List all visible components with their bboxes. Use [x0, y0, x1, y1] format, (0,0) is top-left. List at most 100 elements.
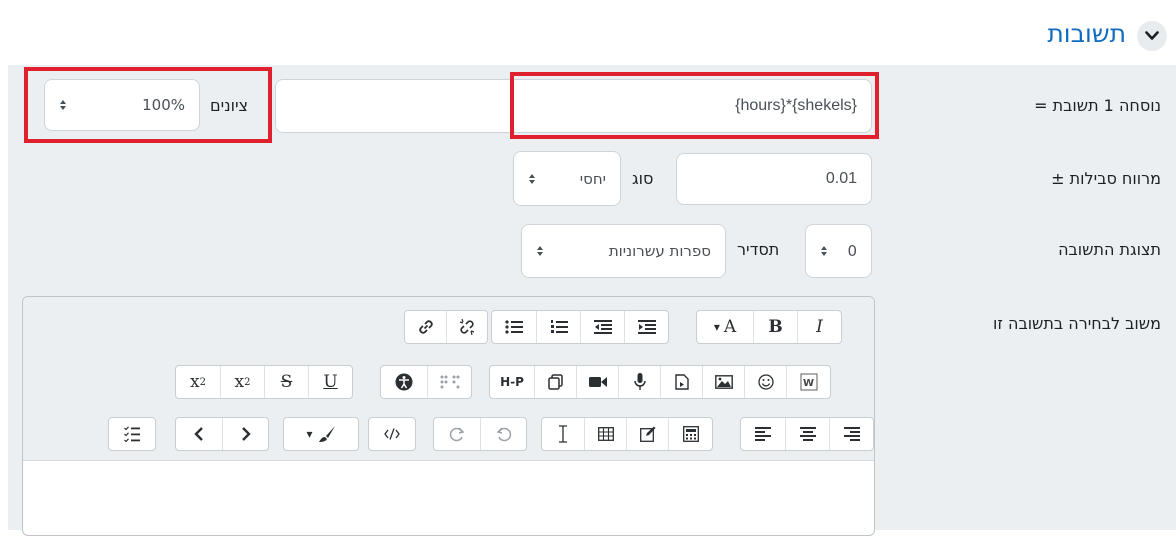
accessibility-checker-button[interactable] [381, 366, 427, 398]
edit-icon [639, 426, 655, 442]
html-source-button[interactable] [369, 418, 415, 450]
tolerance-type-label: סוג [632, 169, 654, 188]
answer-label: נוסחה 1 תשובת = [1034, 96, 1161, 115]
ltr-button[interactable] [176, 418, 222, 450]
dropdown-caret-icon: ▾ [306, 427, 313, 441]
display-count-value: 0 [847, 242, 857, 260]
format-dropdown-button[interactable]: ▾ A [697, 311, 753, 343]
superscript-mark: 2 [199, 376, 206, 388]
toolbar-group-insert [541, 417, 713, 451]
link-button[interactable] [405, 311, 446, 343]
h5p-icon: H-P [500, 375, 524, 389]
toolbar-group-color: ▾ [283, 417, 359, 451]
toolbar-group-direction [175, 417, 269, 451]
toolbar-group-accessibility [380, 365, 472, 399]
select-arrows-icon [537, 246, 543, 256]
redo-button[interactable] [434, 418, 480, 450]
text-cursor-button[interactable] [542, 418, 584, 450]
tolerance-type-select[interactable]: יחסי [513, 151, 621, 206]
select-arrows-icon [821, 246, 827, 256]
outdent-button[interactable] [580, 311, 624, 343]
align-right-button[interactable] [829, 418, 873, 450]
chevron-down-icon [1145, 31, 1159, 40]
calculator-icon [682, 426, 699, 442]
unordered-list-button[interactable] [492, 311, 536, 343]
format-select[interactable]: ספרות עשרוניות [521, 224, 726, 278]
emoji-button[interactable] [744, 366, 786, 398]
toolbar-group-script: x2 x2 S U [175, 365, 353, 399]
section-title: תשובות [1047, 19, 1126, 48]
italic-letter: I [816, 317, 823, 337]
table-button[interactable] [584, 418, 626, 450]
subscript-button[interactable]: x2 [220, 366, 264, 398]
editor-content-area[interactable] [23, 462, 874, 535]
code-icon [384, 428, 400, 440]
ordered-list-button[interactable] [536, 311, 580, 343]
strikethrough-letter: S [280, 372, 293, 392]
text-color-button[interactable]: ▾ [284, 418, 358, 450]
image-button[interactable] [702, 366, 744, 398]
subscript-letter: x [234, 372, 245, 392]
superscript-button[interactable]: x2 [176, 366, 220, 398]
manage-files-button[interactable] [534, 366, 576, 398]
indent-button[interactable] [624, 311, 668, 343]
format-letter: A [723, 317, 737, 337]
editor-toolbar: ▾ A B I H-P W x 2 x 2 S U ▾ [23, 297, 874, 461]
underline-letter: U [323, 372, 338, 392]
toolbar-group-checklist [108, 417, 156, 451]
link-icon [418, 320, 433, 334]
unlink-button[interactable] [446, 311, 487, 343]
unordered-list-icon [505, 320, 523, 334]
align-center-button[interactable] [785, 418, 829, 450]
align-left-icon [755, 427, 771, 441]
toolbar-group-links [404, 310, 488, 344]
format-label: תסדיר [737, 240, 780, 259]
section-toggle-button[interactable] [1137, 21, 1167, 51]
tolerance-input[interactable]: 0.01 [676, 153, 872, 205]
highlight-answer [510, 72, 879, 139]
paintbrush-icon [318, 426, 335, 442]
feedback-editor[interactable]: ▾ A B I H-P W x 2 x 2 S U ▾ [22, 296, 875, 536]
video-button[interactable] [576, 366, 618, 398]
undo-button[interactable] [480, 418, 526, 450]
svg-text:W: W [803, 378, 814, 389]
word-icon: W [799, 373, 818, 391]
toolbar-group-media: H-P W [489, 365, 831, 399]
underline-button[interactable]: U [308, 366, 352, 398]
align-center-icon [799, 427, 816, 441]
rtl-button[interactable] [222, 418, 268, 450]
feedback-label: משוב לבחירה בתשובה זו [993, 314, 1161, 333]
image-icon [714, 375, 733, 389]
checklist-button[interactable] [109, 418, 155, 450]
word-import-button[interactable]: W [786, 366, 830, 398]
audio-button[interactable] [618, 366, 660, 398]
toolbar-group-lists [491, 310, 669, 344]
highlight-grade [24, 67, 272, 143]
select-arrows-icon [529, 173, 535, 184]
italic-button[interactable]: I [797, 311, 841, 343]
redo-icon [449, 427, 465, 442]
display-count-select[interactable]: 0 [805, 224, 872, 278]
braille-icon [440, 375, 459, 389]
answer-extra-input[interactable] [275, 79, 523, 133]
edit-button[interactable] [626, 418, 668, 450]
align-left-button[interactable] [741, 418, 785, 450]
h5p-button[interactable]: H-P [490, 366, 534, 398]
media-file-icon [674, 374, 689, 390]
undo-icon [496, 427, 511, 442]
align-right-icon [843, 427, 860, 441]
strikethrough-button[interactable]: S [264, 366, 308, 398]
table-icon [597, 427, 614, 441]
bold-button[interactable]: B [753, 311, 797, 343]
microphone-icon [633, 373, 646, 390]
checklist-icon [124, 426, 140, 442]
calculator-button[interactable] [668, 418, 712, 450]
media-button[interactable] [660, 366, 702, 398]
screenreader-helper-button[interactable] [427, 366, 471, 398]
subscript-mark: 2 [244, 376, 251, 388]
text-cursor-icon [559, 425, 567, 443]
toolbar-group-text: ▾ A B I [696, 310, 842, 344]
outdent-icon [593, 320, 612, 334]
accessibility-icon [395, 373, 413, 391]
toolbar-group-align [740, 417, 874, 451]
